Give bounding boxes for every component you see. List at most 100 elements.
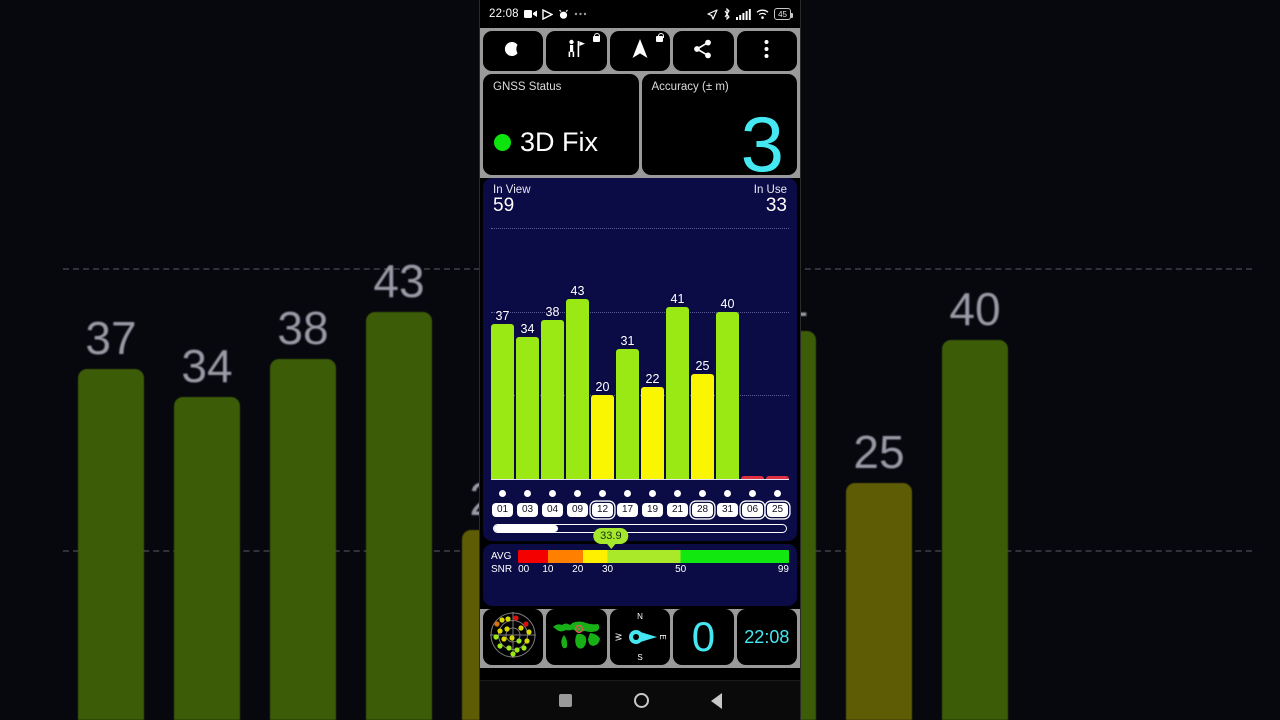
speed-button[interactable]: 0 [673, 609, 734, 665]
satellite-id-cell[interactable]: 12 [591, 503, 614, 517]
chart-header: In View 59 In Use 33 [483, 178, 797, 216]
share-icon [693, 39, 713, 64]
satellite-id-cell[interactable]: 04 [541, 503, 564, 517]
cellular-signal-icon [736, 8, 751, 20]
satellite-id-cell[interactable]: 01 [491, 503, 514, 517]
back-button[interactable] [710, 692, 722, 709]
phone-screen: 22:08 45 GNSS Status 3D Fix Accuracy (± … [480, 0, 800, 720]
satellite-id-pill[interactable]: 21 [667, 503, 688, 517]
satellite-id-pill[interactable]: 19 [642, 503, 663, 517]
chart-horizontal-scrollbar[interactable] [493, 524, 787, 533]
radar-skyplot-icon [488, 610, 538, 665]
satellite-id-pill[interactable]: 01 [492, 503, 513, 517]
chart-bar-column[interactable]: 37 [491, 228, 514, 479]
satellite-id-pill[interactable]: 28 [692, 503, 713, 517]
satellite-id-cell[interactable]: 31 [716, 503, 739, 517]
chart-bar [491, 324, 514, 479]
chart-bar-column[interactable]: 41 [666, 228, 689, 479]
surveyor-flag-icon [566, 38, 588, 65]
satellite-id-cell[interactable]: 21 [666, 503, 689, 517]
satellite-id-pill[interactable]: 03 [517, 503, 538, 517]
satellite-id-cell[interactable]: 03 [516, 503, 539, 517]
chart-bar-column[interactable]: 34 [516, 228, 539, 479]
map-view-button[interactable] [546, 609, 607, 665]
lock-icon [656, 32, 664, 42]
avg-label: AVG [491, 551, 512, 562]
camera-icon [523, 9, 537, 19]
status-bar-clock: 22:08 [489, 8, 519, 20]
avg-snr-panel: AVG SNR 33.9 00 10 20 30 50 99 [483, 528, 797, 606]
home-button[interactable] [633, 693, 649, 708]
chart-bar [641, 386, 664, 479]
share-button[interactable] [673, 31, 734, 71]
chart-bar-column[interactable]: 20 [591, 228, 614, 479]
survey-marker-button[interactable] [546, 31, 607, 71]
satellite-id-cell[interactable]: 17 [616, 503, 639, 517]
chart-bar-label: 41 [670, 292, 685, 307]
lock-icon [592, 32, 601, 42]
accuracy-card[interactable]: Accuracy (± m) 3 [641, 74, 797, 183]
chart-bar-column[interactable]: 43 [566, 228, 589, 479]
satellite-dot-cell [666, 490, 689, 497]
avg-snr-labels: AVG SNR [491, 551, 512, 577]
background-bar-column: 34 [174, 150, 240, 720]
background-bar [78, 368, 144, 720]
chart-bar-column[interactable] [741, 228, 764, 479]
satellite-dot-cell [491, 490, 514, 497]
chart-bar-label: 37 [495, 309, 510, 324]
battery-indicator: 45 [774, 8, 793, 20]
background-bar-label: 43 [373, 254, 425, 307]
satellite-id-cell[interactable]: 19 [641, 503, 664, 517]
compass-icon: N S W E [613, 611, 667, 663]
chart-bar-column[interactable]: 31 [616, 228, 639, 479]
snr-tick-label: 10 [542, 564, 554, 575]
snr-tick-labels: 00 10 20 30 50 99 [518, 564, 789, 577]
satellite-id-cell[interactable]: 25 [766, 503, 789, 517]
satellite-dot-cell [541, 490, 564, 497]
satellite-inuse-dot [724, 490, 731, 497]
satellite-id-pill[interactable]: 17 [617, 503, 638, 517]
gnss-status-card[interactable]: GNSS Status 3D Fix [483, 74, 639, 175]
chart-bar-label: 25 [695, 359, 710, 374]
satellite-id-pill[interactable]: 09 [567, 503, 588, 517]
chart-bar-column[interactable] [766, 228, 789, 479]
satellite-dot-cell [616, 490, 639, 497]
satellite-inuse-dot [524, 490, 531, 497]
satellite-id-pill[interactable]: 04 [542, 503, 563, 517]
satellite-id-cell[interactable]: 06 [741, 503, 764, 517]
satellite-dot-cell [591, 490, 614, 497]
satellite-inuse-dot [624, 490, 631, 497]
satellite-inuse-dot [574, 490, 581, 497]
snr-gauge-wrap: 33.9 00 10 20 30 50 99 [518, 528, 789, 577]
chart-bar-column[interactable]: 40 [716, 228, 739, 479]
satellite-id-pill[interactable]: 25 [767, 503, 788, 517]
satellite-inuse-dot [749, 490, 756, 497]
chart-bar [541, 320, 564, 479]
background-bar-column: 25 [846, 150, 912, 720]
background-bar [846, 482, 912, 720]
chart-bar-column[interactable]: 25 [691, 228, 714, 479]
recents-button[interactable] [558, 694, 572, 707]
moon-icon [503, 39, 523, 64]
satellite-id-cell[interactable]: 09 [566, 503, 589, 517]
chart-bar-column[interactable]: 38 [541, 228, 564, 479]
chart-bar-column[interactable]: 22 [641, 228, 664, 479]
status-indicator-dot [494, 134, 511, 151]
satellite-inuse-dot [549, 490, 556, 497]
satellite-inuse-dot [699, 490, 706, 497]
satellite-snr-chart-panel[interactable]: In View 59 In Use 33 37 34 38 43 20 31 22 41 25 4… [483, 178, 797, 541]
chart-bar [591, 395, 614, 479]
satellite-id-pill[interactable]: 12 [592, 503, 613, 517]
clock-button[interactable]: 22:08 [736, 609, 798, 665]
gnss-status-value-row: 3D Fix [494, 127, 598, 158]
satellite-id-pill[interactable]: 06 [742, 503, 763, 517]
satellite-id-cell[interactable]: 28 [691, 503, 714, 517]
night-mode-button[interactable] [483, 31, 544, 71]
compass-button[interactable]: N S W E [609, 609, 671, 665]
scrollbar-thumb[interactable] [494, 525, 559, 532]
overflow-menu-button[interactable] [736, 31, 798, 71]
sky-view-button[interactable] [483, 609, 544, 665]
satellite-id-pill[interactable]: 31 [717, 503, 738, 517]
navigation-button[interactable] [609, 31, 671, 71]
in-view-block: In View 59 [493, 184, 531, 216]
